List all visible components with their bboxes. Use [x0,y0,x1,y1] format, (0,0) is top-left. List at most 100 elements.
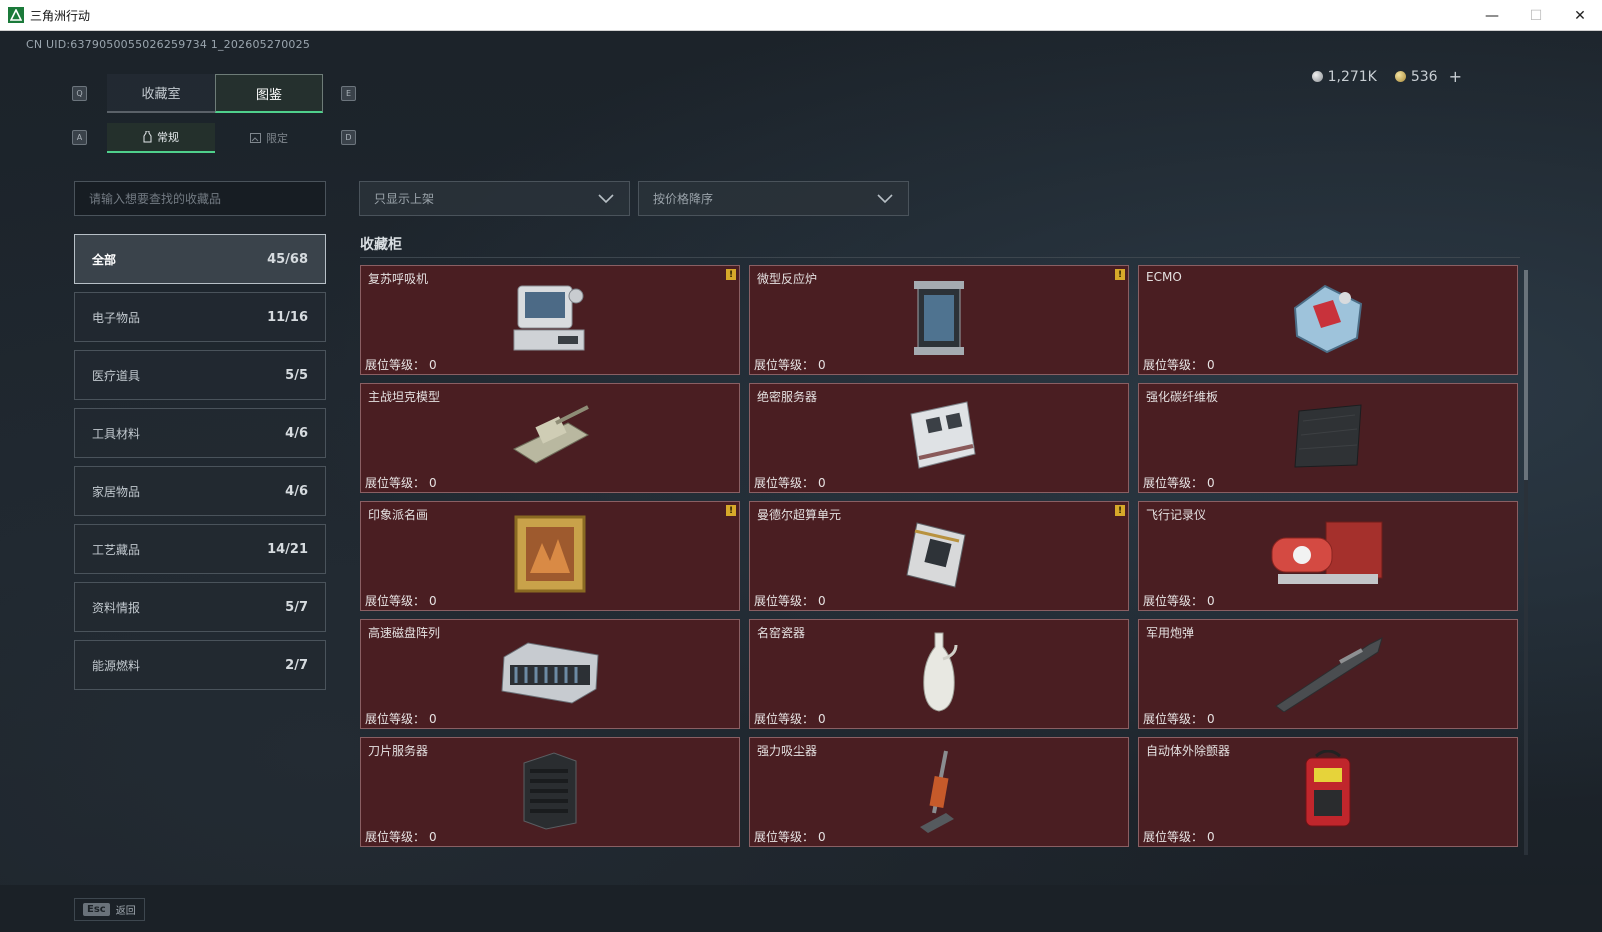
category-label: 医疗道具 [92,368,141,383]
defibrillator-icon [1300,749,1356,834]
category-tools[interactable]: 工具材料 4/6 [74,408,326,458]
gold-currency[interactable]: 536 + [1394,67,1462,86]
grid-scrollbar[interactable] [1524,270,1528,855]
display-level-value: 0 [1207,476,1215,490]
item-name: 曼德尔超算单元 [757,508,842,522]
app-logo-icon [8,7,24,23]
display-level-value: 0 [429,830,437,844]
tab-regular[interactable]: 常规 [107,123,215,153]
display-level-label: 展位等级： [754,358,815,372]
tab-limited-label: 限定 [266,132,288,145]
collection-card[interactable]: ECMO 展位等级： 0 [1138,265,1518,375]
category-crafts[interactable]: 工艺藏品 14/21 [74,524,326,574]
tab-regular-label: 常规 [157,131,179,144]
collection-card[interactable]: 曼德尔超算单元 ! 展位等级： 0 [749,501,1129,611]
category-count: 14/21 [267,541,308,557]
collection-card[interactable]: 强化碳纤维板 展位等级： 0 [1138,383,1518,493]
collection-card[interactable]: 绝密服务器 展位等级： 0 [749,383,1129,493]
warning-badge-icon: ! [1115,505,1125,516]
back-button[interactable]: Esc 返回 [74,898,145,921]
display-level: 展位等级： 0 [365,474,437,491]
collection-grid: 复苏呼吸机 ! 展位等级： 0 微型反应炉 ! 展位等级： 0 ECMO 展位等级：… [360,265,1520,847]
category-count: 2/7 [285,657,308,673]
display-level: 展位等级： 0 [1143,828,1215,845]
collection-card[interactable]: 高速磁盘阵列 展位等级： 0 [360,619,740,729]
collection-card[interactable]: 强力吸尘器 展位等级： 0 [749,737,1129,847]
collection-card[interactable]: 复苏呼吸机 ! 展位等级： 0 [360,265,740,375]
category-intel[interactable]: 资料情报 5/7 [74,582,326,632]
add-currency-button[interactable]: + [1449,67,1462,86]
display-level-label: 展位等级： [1143,358,1204,372]
display-level-value: 0 [1207,830,1215,844]
display-level-value: 0 [818,712,826,726]
close-button[interactable]: ✕ [1558,0,1602,31]
item-name: 主战坦克模型 [368,390,441,404]
collection-card[interactable]: 刀片服务器 展位等级： 0 [360,737,740,847]
tab-limited[interactable]: 限定 [215,123,323,153]
collection-card[interactable]: 名窑瓷器 展位等级： 0 [749,619,1129,729]
category-label: 全部 [92,252,117,267]
display-level-label: 展位等级： [1143,830,1204,844]
image-icon [250,133,261,143]
vacuum-cleaner-icon [916,747,962,837]
item-name: 自动体外除颤器 [1146,744,1231,758]
main-tabs: 收藏室 图鉴 [107,74,323,113]
silver-amount: 1,271K [1327,68,1377,85]
category-label: 资料情报 [92,600,141,615]
scrollbar-thumb[interactable] [1524,270,1528,480]
carbon-plate-icon [1291,401,1365,475]
category-medical[interactable]: 医疗道具 5/5 [74,350,326,400]
section-title: 收藏柜 [360,237,402,253]
collection-card[interactable]: 主战坦克模型 展位等级： 0 [360,383,740,493]
vase-icon [143,131,152,143]
shelf-filter-value: 只显示上架 [374,192,435,206]
display-level-label: 展位等级： [365,830,426,844]
esc-key-hint: Esc [83,903,110,916]
sub-tabs: 常规 限定 [107,123,323,153]
sort-dropdown[interactable]: 按价格降序 [638,181,909,216]
item-name: 名窑瓷器 [757,626,806,640]
category-count: 45/68 [267,251,308,267]
display-level: 展位等级： 0 [754,828,826,845]
tab-collection-room[interactable]: 收藏室 [107,74,215,113]
shelf-filter-dropdown[interactable]: 只显示上架 [359,181,630,216]
key-hint-a: A [72,130,87,145]
collection-card[interactable]: 印象派名画 ! 展位等级： 0 [360,501,740,611]
item-name: 强化碳纤维板 [1146,390,1219,404]
collection-card[interactable]: 飞行记录仪 展位等级： 0 [1138,501,1518,611]
collection-card[interactable]: 军用炮弹 展位等级： 0 [1138,619,1518,729]
display-level: 展位等级： 0 [754,474,826,491]
display-level-label: 展位等级： [1143,476,1204,490]
window-titlebar: 三角洲行动 — ☐ ✕ [0,0,1602,31]
search-input[interactable] [74,181,326,216]
maximize-button[interactable]: ☐ [1514,0,1558,31]
display-level-label: 展位等级： [365,358,426,372]
collection-grid-viewport[interactable]: 复苏呼吸机 ! 展位等级： 0 微型反应炉 ! 展位等级： 0 ECMO 展位等级：… [360,265,1520,850]
disk-array-icon [498,637,602,711]
silver-currency: 1,271K [1311,67,1377,86]
tab-codex[interactable]: 图鉴 [215,74,323,113]
category-energy[interactable]: 能源燃料 2/7 [74,640,326,690]
key-hint-e: E [341,86,356,101]
display-level-value: 0 [818,358,826,372]
category-household[interactable]: 家居物品 4/6 [74,466,326,516]
collection-card[interactable]: 自动体外除颤器 展位等级： 0 [1138,737,1518,847]
reactor-icon [906,277,972,363]
section-divider [360,257,1520,258]
sort-value: 按价格降序 [653,192,714,206]
category-label: 能源燃料 [92,658,141,673]
game-viewport: CN UID:6379050055026259734 1_20260527002… [0,31,1602,932]
display-level: 展位等级： 0 [1143,356,1215,373]
display-level-label: 展位等级： [365,712,426,726]
gold-coin-icon [1394,71,1406,82]
bottom-bar: Esc 返回 [0,885,1602,932]
minimize-button[interactable]: — [1470,0,1514,31]
category-all[interactable]: 全部 45/68 [74,234,326,284]
category-label: 家居物品 [92,484,141,499]
display-level-value: 0 [1207,358,1215,372]
chevron-down-icon [598,194,614,204]
collection-card[interactable]: 微型反应炉 ! 展位等级： 0 [749,265,1129,375]
display-level-label: 展位等级： [1143,594,1204,608]
category-electronics[interactable]: 电子物品 11/16 [74,292,326,342]
ventilator-icon [510,280,590,360]
